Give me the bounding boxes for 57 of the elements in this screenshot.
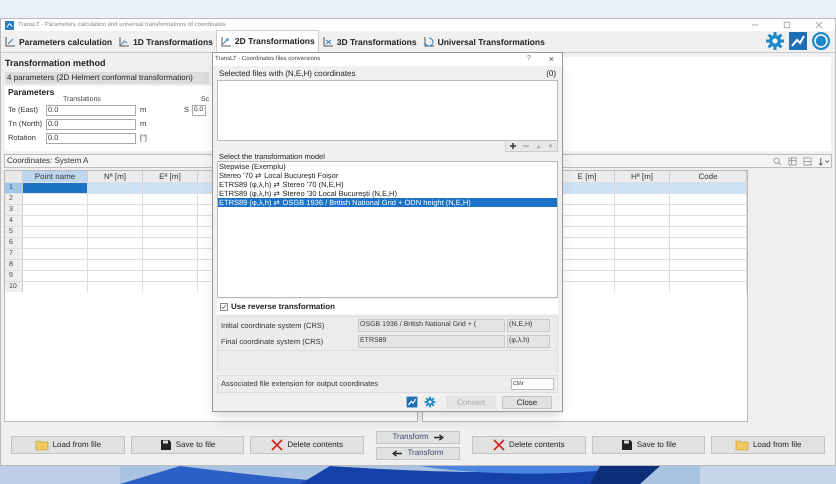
column-header[interactable]: Eª [m] (143, 171, 198, 182)
checkbox-label: Use reverse transformation (231, 300, 336, 312)
list-heading: Selected files with (N,E,H) coordinates (219, 68, 356, 80)
settings-button[interactable] (424, 396, 436, 408)
toolbar-button[interactable]: Load from file (711, 436, 826, 454)
sort-icon[interactable] (818, 156, 829, 166)
folder-icon (34, 439, 49, 451)
axes-icon (118, 36, 130, 48)
section-heading: Transformation method (5, 57, 106, 70)
file-count: (0) (546, 68, 556, 80)
delete-icon (493, 439, 506, 451)
close-dialog-button[interactable]: Close (502, 396, 552, 408)
column-header[interactable]: Code (670, 171, 747, 182)
toolbar-button[interactable]: Save to file (130, 436, 244, 454)
add-icon[interactable] (510, 143, 516, 149)
chart-button[interactable] (406, 396, 418, 408)
table-icon[interactable] (788, 156, 797, 166)
toolbar-button[interactable]: Load from file (11, 436, 125, 454)
axes-icon (4, 36, 16, 48)
close-icon[interactable] (815, 21, 823, 29)
left-arrow-icon (392, 450, 404, 456)
transform-button[interactable]: Transform (376, 446, 460, 460)
tab[interactable]: 2D Transformations (216, 30, 319, 52)
search-icon[interactable] (773, 156, 782, 166)
toolbar-button[interactable]: Delete contents (472, 436, 586, 454)
toolbar-button[interactable]: Delete contents (250, 436, 364, 454)
tab[interactable]: Parameters calculation (1, 32, 116, 52)
tab[interactable]: 3D Transformations (318, 32, 420, 52)
check-icon (221, 304, 227, 310)
transform-button[interactable]: Transform (376, 430, 460, 444)
section-heading: Parameters (8, 88, 56, 96)
chart-icon[interactable] (788, 31, 808, 51)
column-header[interactable]: E [m] (560, 171, 615, 182)
grid-icon[interactable] (803, 156, 812, 166)
remove-icon[interactable] (523, 143, 529, 149)
delete-icon (271, 439, 284, 451)
settings-icon[interactable] (765, 31, 785, 51)
down-icon[interactable] (548, 144, 553, 148)
checkbox[interactable] (220, 302, 228, 310)
corner-header (5, 171, 23, 182)
axes-icon (422, 36, 435, 48)
axes-icon (322, 36, 334, 48)
tab[interactable]: Universal Transformations (420, 32, 548, 52)
folder-icon (734, 439, 749, 451)
up-icon[interactable] (536, 144, 541, 148)
column-header[interactable]: Nª [m] (88, 171, 143, 182)
table-cell[interactable] (23, 183, 88, 193)
method-dropdown[interactable]: 4 parameters (2D Helmert conformal transformation) (5, 72, 209, 84)
right-arrow-icon (432, 434, 444, 440)
panel-heading: Coordinates: System A (7, 155, 88, 167)
toolbar-button[interactable]: Save to file (592, 436, 706, 454)
maximize-icon[interactable] (783, 21, 791, 29)
axes-icon (220, 36, 232, 48)
close-button[interactable]: × (548, 52, 554, 66)
column-header[interactable]: Hª [m] (615, 171, 670, 182)
tab[interactable]: 1D Transformations (115, 32, 216, 52)
column-header[interactable]: Point name (23, 171, 88, 182)
